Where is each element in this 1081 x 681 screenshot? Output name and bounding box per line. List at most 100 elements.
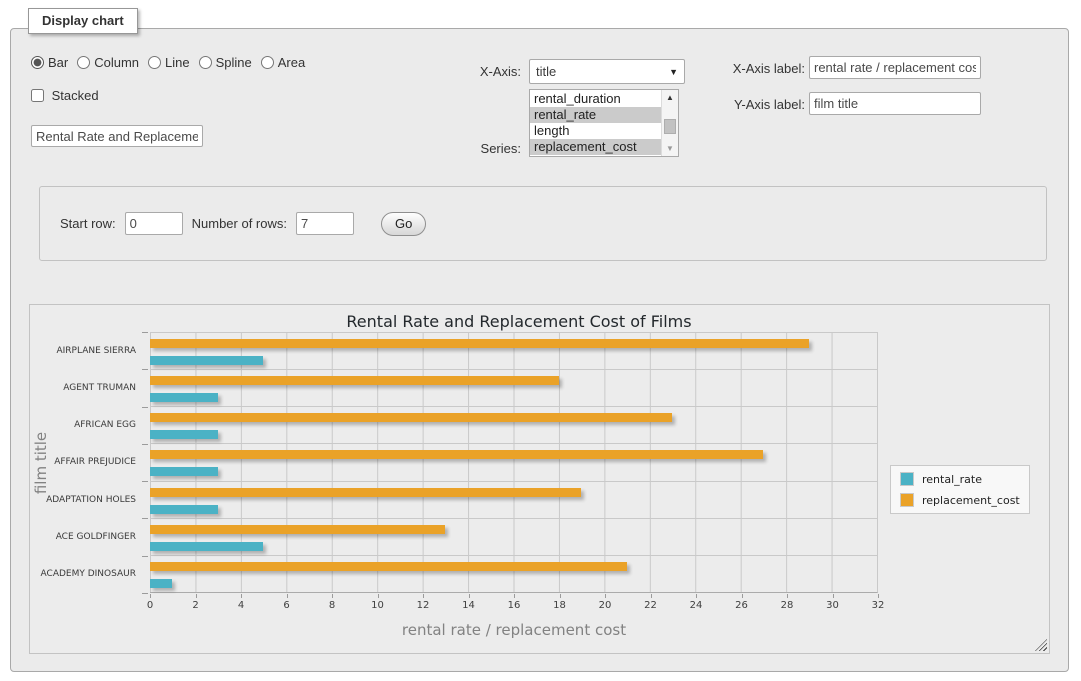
legend-label: rental_rate bbox=[922, 473, 982, 486]
bar-rental_rate bbox=[150, 430, 218, 439]
chart-category-row bbox=[150, 482, 877, 519]
legend-entry-replacement_cost: replacement_cost bbox=[900, 493, 1020, 507]
x-axis-tick-label: 4 bbox=[221, 600, 261, 611]
chart-container: Rental Rate and Replacement Cost of Film… bbox=[29, 304, 1050, 654]
chart-type-label: Bar bbox=[48, 55, 68, 70]
x-axis-tick-label: 28 bbox=[767, 600, 807, 611]
chart-type-radio-line[interactable] bbox=[148, 56, 161, 69]
y-axis-tick bbox=[142, 593, 148, 594]
scrollbar-thumb[interactable] bbox=[664, 119, 676, 134]
x-axis-title: rental rate / replacement cost bbox=[150, 621, 878, 639]
stacked-checkbox[interactable] bbox=[31, 89, 44, 102]
x-axis-tick bbox=[514, 594, 515, 598]
start-row-input[interactable] bbox=[125, 212, 183, 235]
bar-replacement_cost bbox=[150, 450, 763, 459]
page: Display chart Bar Column Line Spline Area St… bbox=[0, 0, 1081, 681]
series-listbox-options: rental_durationrental_ratelengthreplacem… bbox=[530, 90, 661, 156]
chart-type-radio-spline[interactable] bbox=[199, 56, 212, 69]
y-axis-tick bbox=[142, 332, 148, 333]
bar-rental_rate bbox=[150, 542, 263, 551]
bar-replacement_cost bbox=[150, 488, 581, 497]
chart-type-radio-area[interactable] bbox=[261, 56, 274, 69]
x-axis-label-label: X-Axis label: bbox=[711, 61, 805, 76]
chart-category-row bbox=[150, 556, 877, 592]
x-axis-tick bbox=[560, 594, 561, 598]
category-label: AIRPLANE SIERRA bbox=[30, 332, 143, 369]
plot-area bbox=[150, 332, 878, 593]
number-of-rows-label: Number of rows: bbox=[192, 216, 287, 231]
resize-handle-icon[interactable] bbox=[1035, 639, 1047, 651]
x-axis-tick-label: 16 bbox=[494, 600, 534, 611]
chart-type-label: Spline bbox=[216, 55, 252, 70]
chart-title-input[interactable] bbox=[31, 125, 203, 147]
x-axis-tick-label: 10 bbox=[358, 600, 398, 611]
category-label: ADAPTATION HOLES bbox=[30, 481, 143, 518]
x-axis-tick-label: 0 bbox=[130, 600, 170, 611]
x-axis-label-input[interactable] bbox=[809, 56, 981, 79]
x-axis-tick-label: 14 bbox=[449, 600, 489, 611]
scroll-down-icon[interactable]: ▼ bbox=[662, 141, 678, 156]
x-axis-tick bbox=[287, 594, 288, 598]
x-axis-tick bbox=[378, 594, 379, 598]
x-axis-tick bbox=[469, 594, 470, 598]
y-axis-label-label: Y-Axis label: bbox=[711, 97, 805, 112]
x-axis-tick-label: 26 bbox=[722, 600, 762, 611]
x-axis-select-label: X-Axis: bbox=[421, 64, 521, 79]
bar-rental_rate bbox=[150, 579, 172, 588]
x-axis-selected-value: title bbox=[536, 64, 556, 79]
chart-category-row bbox=[150, 407, 877, 444]
category-label: AGENT TRUMAN bbox=[30, 369, 143, 406]
x-axis-tick-label: 6 bbox=[267, 600, 307, 611]
chart-category-row bbox=[150, 333, 877, 370]
x-axis-tick-label: 20 bbox=[585, 600, 625, 611]
chevron-down-icon: ▼ bbox=[669, 67, 678, 77]
x-axis-select[interactable]: title ▼ bbox=[529, 59, 685, 84]
y-axis-tick bbox=[142, 556, 148, 557]
legend-label: replacement_cost bbox=[922, 494, 1020, 507]
x-axis-tick bbox=[787, 594, 788, 598]
chart-type-label: Column bbox=[94, 55, 139, 70]
x-axis-tick bbox=[605, 594, 606, 598]
chart-type-option-line[interactable]: Line bbox=[148, 55, 190, 70]
chart-type-radio-group: Bar Column Line Spline Area bbox=[31, 55, 305, 70]
series-listbox-label: Series: bbox=[421, 141, 521, 156]
x-axis-tick-label: 24 bbox=[676, 600, 716, 611]
bar-rental_rate bbox=[150, 393, 218, 402]
y-axis-tick bbox=[142, 518, 148, 519]
series-option-rental_rate[interactable]: rental_rate bbox=[530, 107, 661, 123]
x-axis-tick bbox=[696, 594, 697, 598]
y-axis-tick bbox=[142, 369, 148, 370]
x-axis-tick bbox=[332, 594, 333, 598]
series-option-replacement_cost[interactable]: replacement_cost bbox=[530, 139, 661, 155]
panel-legend: Display chart bbox=[28, 8, 138, 34]
series-option-length[interactable]: length bbox=[530, 123, 661, 139]
y-axis-label-input[interactable] bbox=[809, 92, 981, 115]
x-axis-tick-label: 12 bbox=[403, 600, 443, 611]
chart-type-radio-bar[interactable] bbox=[31, 56, 44, 69]
category-label: ACE GOLDFINGER bbox=[30, 518, 143, 555]
series-scrollbar[interactable]: ▲ ▼ bbox=[661, 90, 678, 156]
bar-rental_rate bbox=[150, 505, 218, 514]
display-chart-panel: BarColumnLineSplineArea Stacked X-Axis: … bbox=[10, 28, 1069, 672]
x-axis-tick-label: 22 bbox=[631, 600, 671, 611]
bar-rental_rate bbox=[150, 467, 218, 476]
chart-type-label: Area bbox=[278, 55, 305, 70]
legend-swatch-rental_rate bbox=[900, 472, 914, 486]
chart-type-option-area[interactable]: Area bbox=[261, 55, 305, 70]
x-axis-tick bbox=[742, 594, 743, 598]
go-button[interactable]: Go bbox=[381, 212, 426, 236]
chart-type-option-bar[interactable]: Bar bbox=[31, 55, 68, 70]
series-option-rental_duration[interactable]: rental_duration bbox=[530, 91, 661, 107]
stacked-label: Stacked bbox=[52, 88, 99, 103]
scroll-up-icon[interactable]: ▲ bbox=[662, 90, 678, 105]
category-label: AFRICAN EGG bbox=[30, 407, 143, 444]
scrollbar-track[interactable] bbox=[662, 105, 678, 141]
legend-entry-rental_rate: rental_rate bbox=[900, 472, 1020, 486]
series-listbox[interactable]: rental_durationrental_ratelengthreplacem… bbox=[529, 89, 679, 157]
x-axis-tick bbox=[423, 594, 424, 598]
chart-type-option-column[interactable]: Column bbox=[77, 55, 139, 70]
chart-type-radio-column[interactable] bbox=[77, 56, 90, 69]
number-of-rows-input[interactable] bbox=[296, 212, 354, 235]
chart-type-option-spline[interactable]: Spline bbox=[199, 55, 252, 70]
stacked-checkbox-row[interactable]: Stacked bbox=[31, 88, 99, 103]
